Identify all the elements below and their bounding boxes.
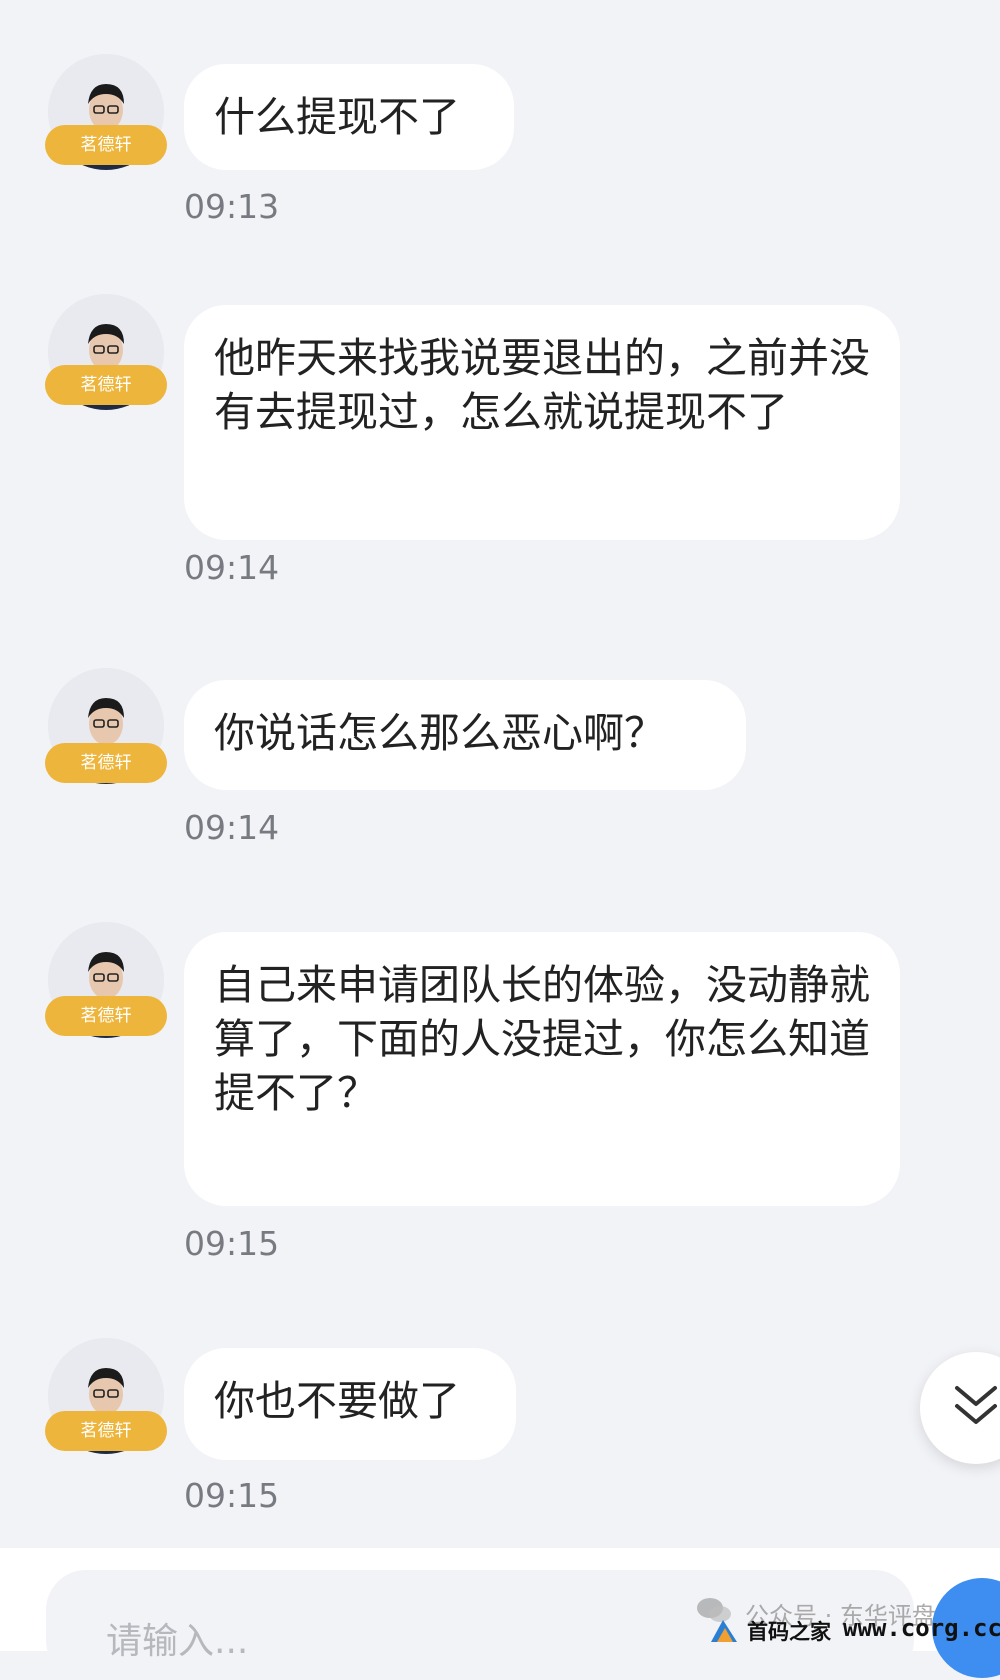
- message-bubble[interactable]: 你说话怎么那么恶心啊？: [184, 680, 746, 790]
- chat-area[interactable]: 茗德轩 什么提现不了 09:13 茗德轩 他昨天来找我说要退出的，之前并没有去提…: [0, 0, 1000, 1540]
- sender-badge: 茗德轩: [45, 743, 167, 783]
- message-time: 09:14: [184, 548, 280, 587]
- message-bubble[interactable]: 他昨天来找我说要退出的，之前并没有去提现过，怎么就说提现不了: [184, 305, 900, 540]
- message-time: 09:15: [184, 1476, 280, 1515]
- message-time: 09:15: [184, 1224, 280, 1263]
- message-bubble[interactable]: 你也不要做了: [184, 1348, 516, 1460]
- sender-badge: 茗德轩: [45, 365, 167, 405]
- watermark-url: www.corg.cc: [843, 1614, 1000, 1642]
- message-time: 09:13: [184, 187, 280, 226]
- double-chevron-down-icon: [955, 1386, 997, 1424]
- sender-badge: 茗德轩: [45, 1411, 167, 1451]
- watermark-site-name: 首码之家: [747, 1620, 831, 1644]
- watermark: 公众号 · 东华评盘 首码之家 www.corg.cc: [695, 1592, 1000, 1651]
- message-time: 09:14: [184, 808, 280, 847]
- input-placeholder: 请输入...: [106, 1621, 249, 1662]
- message-bubble[interactable]: 自己来申请团队长的体验，没动静就算了，下面的人没提过，你怎么知道提不了？: [184, 932, 900, 1206]
- scroll-to-bottom-button[interactable]: [920, 1352, 1000, 1464]
- logo-icon: [711, 1620, 737, 1642]
- sender-badge: 茗德轩: [45, 996, 167, 1036]
- message-bubble[interactable]: 什么提现不了: [184, 64, 514, 170]
- sender-badge: 茗德轩: [45, 125, 167, 165]
